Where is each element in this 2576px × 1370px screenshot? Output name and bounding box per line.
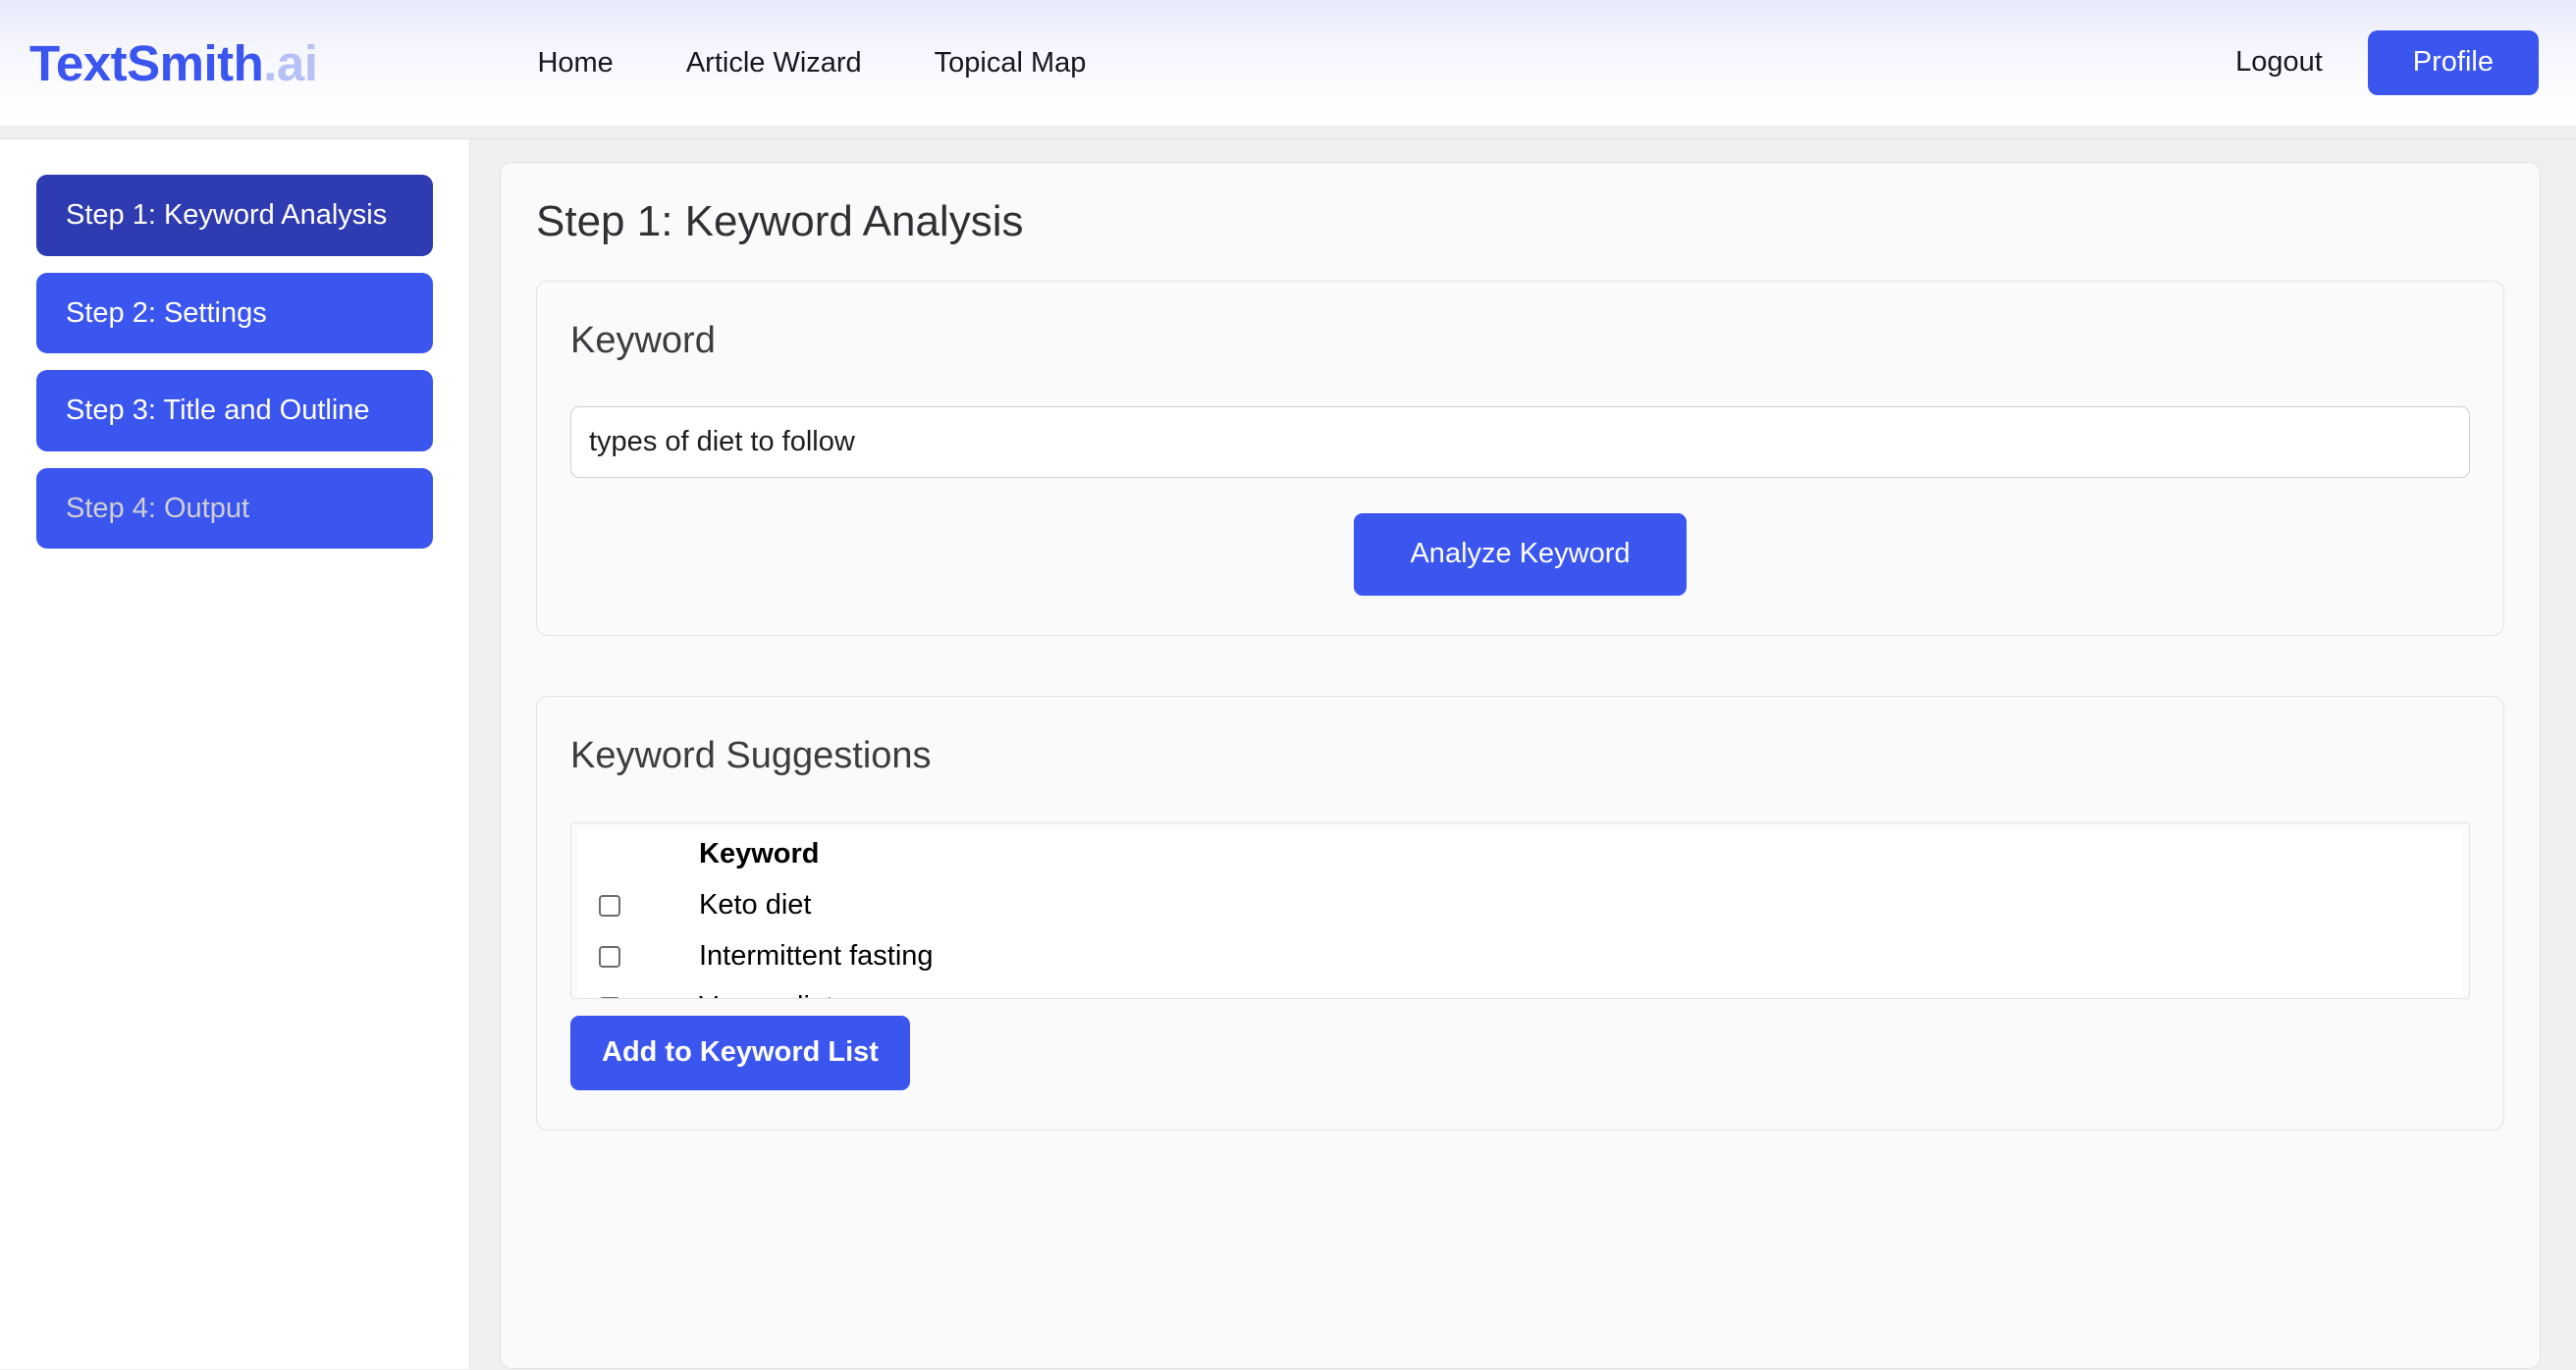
keyword-column-header: Keyword [699,838,820,870]
suggestions-table-body: Keto diet Intermittent fasting [577,880,2463,998]
primary-nav: Home Article Wizard Topical Map [535,41,1088,85]
sidebar-item-step-4: Step 4: Output [36,467,433,550]
page-title: Step 1: Keyword Analysis [536,197,1024,245]
sidebar-item-step-2[interactable]: Step 2: Settings [36,272,433,354]
keyword-card: Keyword Analyze Keyword [536,280,2504,637]
analyze-button-row: Analyze Keyword [570,513,2470,597]
sidebar-item-step-1[interactable]: Step 1: Keyword Analysis [36,175,433,256]
keyword-cell: Keto diet [699,889,812,922]
brand-name: TextSmith [29,34,264,91]
keyword-input[interactable] [570,406,2470,479]
suggestions-table: Keyword Keto diet Intermittent fasting [577,829,2463,998]
brand-suffix: .ai [263,34,318,91]
body-wrapper: Step 1: Keyword Analysis Step 2: Setting… [0,139,2576,1369]
analyze-keyword-button[interactable]: Analyze Keyword [1354,513,1687,597]
suggestions-table-container[interactable]: Keyword Keto diet Intermittent fasting [570,821,2470,999]
keyword-checkbox[interactable] [599,894,620,917]
row-select-cell [577,880,695,931]
suggestions-card-title: Keyword Suggestions [570,735,932,777]
step-list: Step 1: Keyword Analysis Step 2: Setting… [36,175,433,550]
select-column-header [577,829,695,880]
wizard-panel: Step 1: Keyword Analysis Keyword Analyze… [500,162,2541,1369]
table-row: Vegan diet [577,982,2463,998]
table-row: Keto diet [577,880,2463,931]
logout-link[interactable]: Logout [2235,46,2323,79]
row-select-cell [577,982,695,998]
keyword-card-title: Keyword [570,319,716,361]
table-header-row: Keyword [577,829,2463,880]
sidebar-item-step-3[interactable]: Step 3: Title and Outline [36,370,433,451]
row-select-cell [577,931,695,982]
suggestions-table-scroll[interactable]: Keyword Keto diet Intermittent fasting [577,828,2463,998]
wizard-sidebar: Step 1: Keyword Analysis Step 2: Setting… [0,139,470,1369]
header-actions: Logout Profile [2235,30,2539,95]
profile-button[interactable]: Profile [2367,30,2539,95]
add-to-keyword-list-button[interactable]: Add to Keyword List [570,1015,910,1090]
app-header: TextSmith.ai Home Article Wizard Topical… [0,0,2576,126]
keyword-cell: Vegan diet [695,982,2463,998]
keyword-cell: Intermittent fasting [699,940,934,973]
keyword-checkbox[interactable] [599,996,620,998]
nav-item-topical-map[interactable]: Topical Map [933,41,1089,85]
table-row: Intermittent fasting [577,931,2463,982]
brand-logo[interactable]: TextSmith.ai [29,34,318,91]
keyword-suggestions-card: Keyword Suggestions Keyword Keto diet In… [536,696,2504,1131]
header-divider [0,126,2576,139]
nav-item-home[interactable]: Home [535,41,615,85]
suggestions-table-head: Keyword [577,829,2463,880]
nav-item-article-wizard[interactable]: Article Wizard [684,41,864,85]
keyword-checkbox[interactable] [599,945,620,968]
app-root: TextSmith.ai Home Article Wizard Topical… [0,0,2576,1370]
main-content-area: Step 1: Keyword Analysis Keyword Analyze… [470,139,2576,1369]
